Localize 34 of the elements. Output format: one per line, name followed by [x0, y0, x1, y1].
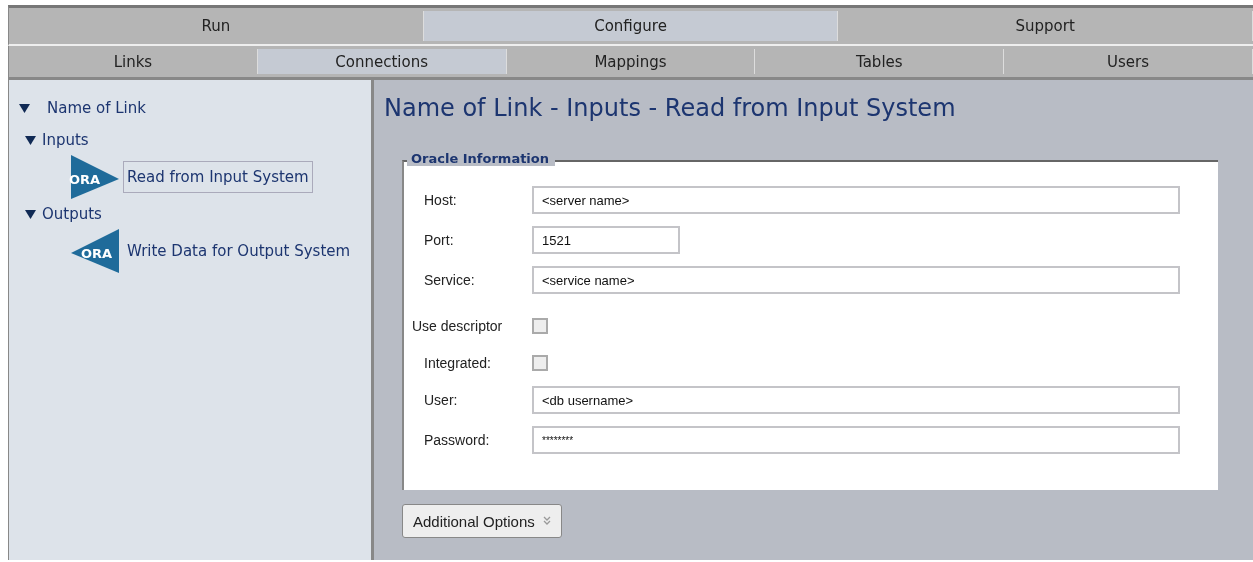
field-label: Integrated:	[424, 355, 492, 371]
field-label: Use descriptor	[412, 318, 504, 334]
field-label: Service:	[424, 272, 476, 288]
tree-item[interactable]: Write Data for Output System	[123, 235, 355, 267]
sub-tab[interactable]: Mappings	[506, 49, 756, 74]
main-tab[interactable]: Configure	[423, 11, 839, 41]
sub-tab[interactable]: Connections	[257, 49, 507, 74]
sub-tab[interactable]: Tables	[755, 49, 1005, 74]
field-label: User:	[424, 392, 459, 408]
text-field[interactable]: <db username>	[532, 386, 1180, 414]
checkbox[interactable]	[532, 355, 548, 371]
checkbox[interactable]	[532, 318, 548, 334]
double-chevron-icon	[542, 516, 551, 526]
text-field[interactable]: <service name>	[532, 266, 1180, 294]
field-label: Password:	[424, 432, 491, 448]
text-field[interactable]: <server name>	[532, 186, 1180, 214]
group-legend: Oracle Information	[407, 151, 555, 166]
field-label: Host:	[424, 192, 458, 208]
expand-triangle-icon[interactable]	[25, 134, 36, 146]
text-field[interactable]: 1521	[532, 226, 680, 254]
expand-triangle-icon[interactable]	[19, 102, 30, 114]
expand-triangle-icon[interactable]	[25, 208, 36, 220]
tree-item[interactable]: Inputs	[42, 131, 89, 149]
field-label: Port:	[424, 232, 455, 248]
page-title: Name of Link - Inputs - Read from Input System	[384, 94, 957, 122]
sub-tab[interactable]: Users	[1004, 49, 1253, 74]
main-tab[interactable]: Support	[838, 11, 1253, 41]
tree-item[interactable]: Outputs	[42, 205, 102, 223]
tree-item[interactable]: Read from Input System	[123, 161, 313, 193]
sub-tab[interactable]: Links	[9, 49, 258, 74]
additional-options-button[interactable]: Additional Options	[402, 504, 562, 538]
password-field[interactable]: ********	[532, 426, 1180, 454]
tree-item[interactable]: Name of Link	[47, 99, 146, 117]
main-tab[interactable]: Run	[9, 11, 424, 41]
